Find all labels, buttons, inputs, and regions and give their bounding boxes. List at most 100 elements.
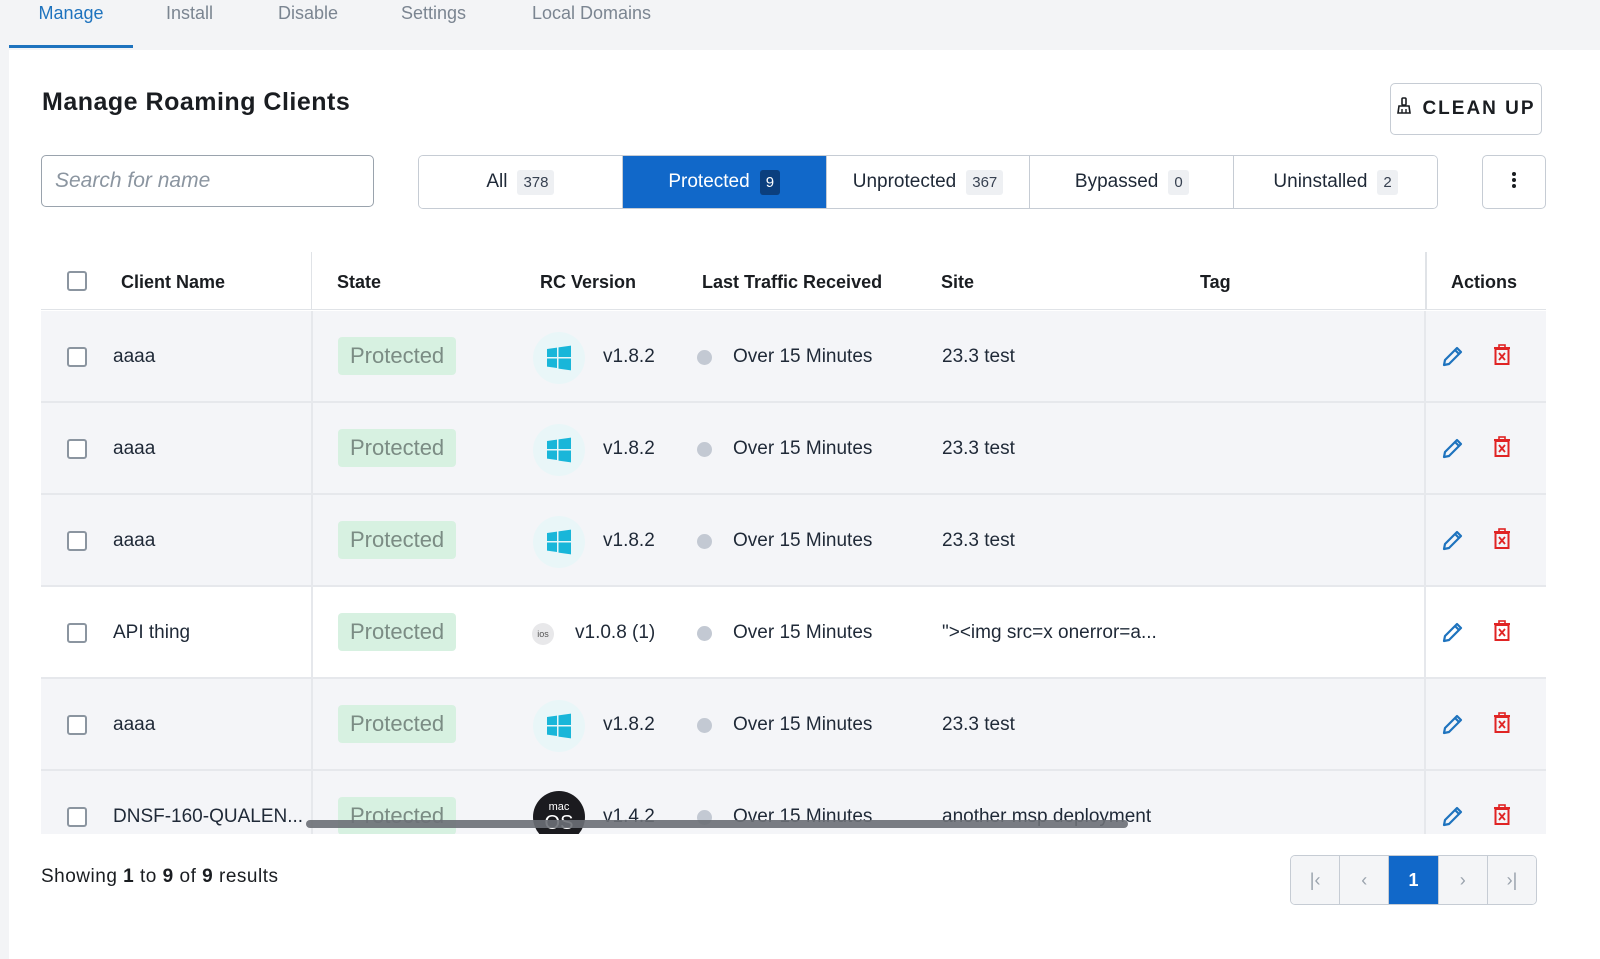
edit-icon[interactable] — [1441, 620, 1465, 649]
column-divider — [311, 587, 313, 679]
prev-page-button[interactable]: ‹ — [1340, 856, 1390, 904]
state-badge: Protected — [338, 429, 457, 467]
table-row[interactable]: aaaa Protected v1.8.2 Over 15 Minutes 23.3 t… — [41, 679, 1546, 771]
column-divider — [311, 495, 313, 587]
client-name[interactable]: API thing — [113, 622, 190, 644]
column-divider — [1424, 311, 1426, 403]
page-1-button[interactable]: 1 — [1389, 856, 1439, 904]
tab-install[interactable]: Install — [166, 0, 213, 48]
state-filter-group: All 378 Protected 9 Unprotected 367 Bypa… — [418, 155, 1438, 209]
delete-icon[interactable] — [1492, 620, 1512, 647]
filter-label: Uninstalled — [1273, 171, 1368, 192]
state-badge: Protected — [338, 337, 457, 375]
header-client-name[interactable]: Client Name — [121, 272, 225, 293]
header-site[interactable]: Site — [941, 272, 974, 293]
client-name[interactable]: DNSF-160-QUALEN... — [113, 806, 303, 828]
state-badge: Protected — [338, 613, 457, 651]
search-input[interactable] — [41, 155, 374, 207]
delete-icon[interactable] — [1492, 344, 1512, 371]
broom-icon — [1396, 97, 1412, 121]
table-row[interactable]: API thing Protected ios v1.0.8 (1) Over 15 M… — [41, 587, 1546, 679]
filter-count: 367 — [966, 169, 1004, 195]
first-page-button[interactable]: |‹ — [1291, 856, 1341, 904]
rc-version: v1.8.2 — [603, 530, 655, 551]
summary-to: 9 — [162, 866, 174, 887]
site: "><img src=x onerror=a... — [942, 622, 1157, 643]
row-checkbox[interactable] — [67, 531, 87, 551]
edit-icon[interactable] — [1441, 344, 1465, 373]
filter-label: Bypassed — [1074, 171, 1159, 192]
header-tag[interactable]: Tag — [1200, 272, 1231, 293]
traffic-status-dot — [697, 626, 712, 641]
top-tabs: Manage Install Disable Settings Local Do… — [0, 0, 1600, 50]
filter-unprotected[interactable]: Unprotected 367 — [826, 156, 1031, 208]
header-rc-version[interactable]: RC Version — [540, 272, 636, 293]
summary-from: 1 — [123, 866, 135, 887]
site: 23.3 test — [942, 346, 1015, 367]
summary-total: 9 — [202, 866, 214, 887]
pagination: |‹ ‹ 1 › ›| — [1290, 855, 1537, 905]
tab-manage[interactable]: Manage — [9, 0, 133, 48]
tab-settings[interactable]: Settings — [401, 0, 466, 48]
column-divider — [1424, 771, 1426, 834]
clients-table: Client Name State RC Version Last Traffi… — [41, 252, 1546, 834]
site: 23.3 test — [942, 714, 1015, 735]
tab-disable[interactable]: Disable — [278, 0, 338, 48]
filter-protected[interactable]: Protected 9 — [622, 156, 827, 208]
delete-icon[interactable] — [1492, 528, 1512, 555]
column-divider — [1424, 495, 1426, 587]
column-divider — [311, 311, 313, 403]
table-header: Client Name State RC Version Last Traffi… — [41, 252, 1546, 310]
select-all-checkbox[interactable] — [67, 271, 87, 291]
delete-icon[interactable] — [1492, 712, 1512, 739]
tab-local-domains[interactable]: Local Domains — [532, 0, 651, 48]
ios-icon: ios — [532, 623, 554, 645]
filter-label: Protected — [668, 171, 750, 192]
summary-text: results — [219, 866, 279, 887]
edit-icon[interactable] — [1441, 712, 1465, 741]
table-row[interactable]: aaaa Protected v1.8.2 Over 15 Minutes 23.3 t… — [41, 403, 1546, 495]
filter-all[interactable]: All 378 — [419, 156, 623, 208]
summary-text: to — [140, 866, 157, 887]
site: 23.3 test — [942, 530, 1015, 551]
filter-label: Unprotected — [852, 171, 957, 192]
last-page-button[interactable]: ›| — [1487, 856, 1536, 904]
column-divider — [1424, 587, 1426, 679]
state-badge: Protected — [338, 705, 457, 743]
column-divider — [311, 403, 313, 495]
row-checkbox[interactable] — [67, 439, 87, 459]
row-checkbox[interactable] — [67, 623, 87, 643]
row-checkbox[interactable] — [67, 807, 87, 827]
filter-count: 9 — [759, 169, 781, 195]
horizontal-scrollbar[interactable] — [306, 820, 1128, 828]
header-state[interactable]: State — [337, 272, 381, 293]
filter-count: 378 — [517, 169, 555, 195]
rc-version: v1.8.2 — [603, 438, 655, 459]
filter-uninstalled[interactable]: Uninstalled 2 — [1234, 156, 1437, 208]
next-page-button[interactable]: › — [1438, 856, 1488, 904]
state-badge: Protected — [338, 521, 457, 559]
client-name[interactable]: aaaa — [113, 530, 155, 552]
delete-icon[interactable] — [1492, 436, 1512, 463]
client-name[interactable]: aaaa — [113, 346, 155, 368]
client-name[interactable]: aaaa — [113, 714, 155, 736]
more-options-button[interactable] — [1482, 155, 1546, 209]
edit-icon[interactable] — [1441, 804, 1465, 833]
table-row[interactable]: aaaa Protected v1.8.2 Over 15 Minutes 23.3 t… — [41, 311, 1546, 403]
filter-bypassed[interactable]: Bypassed 0 — [1030, 156, 1235, 208]
header-last-traffic[interactable]: Last Traffic Received — [702, 272, 882, 293]
clean-up-label: CLEAN UP — [1422, 98, 1536, 119]
windows-icon — [533, 700, 585, 752]
column-divider — [1425, 252, 1427, 310]
row-checkbox[interactable] — [67, 347, 87, 367]
delete-icon[interactable] — [1492, 804, 1512, 831]
clean-up-button[interactable]: CLEAN UP — [1390, 83, 1542, 135]
table-row[interactable]: aaaa Protected v1.8.2 Over 15 Minutes 23.3 t… — [41, 495, 1546, 587]
column-divider — [311, 679, 313, 771]
edit-icon[interactable] — [1441, 436, 1465, 465]
edit-icon[interactable] — [1441, 528, 1465, 557]
row-checkbox[interactable] — [67, 715, 87, 735]
rc-version: v1.0.8 (1) — [575, 622, 656, 643]
client-name[interactable]: aaaa — [113, 438, 155, 460]
traffic-status-dot — [697, 534, 712, 549]
